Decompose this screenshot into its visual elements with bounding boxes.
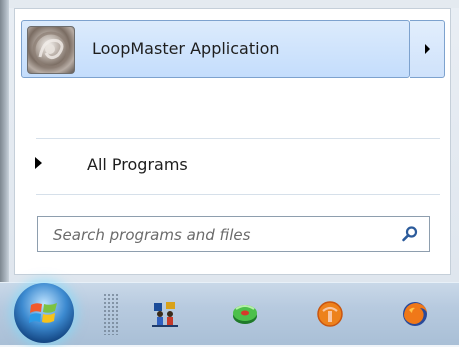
search-divider [36,194,440,195]
pinned-program-submenu-button[interactable] [410,20,445,78]
orange-app-icon[interactable] [315,299,345,329]
firefox-icon[interactable] [400,299,430,329]
start-menu-top-strip [9,0,459,8]
green-disc-icon[interactable] [230,299,260,329]
pinned-program-label: LoopMaster Application [92,39,280,58]
taskbar [0,282,459,345]
start-menu: LoopMaster Application All Programs Sear… [0,0,459,282]
loopmaster-app-icon [27,26,75,74]
start-menu-left-edge [0,0,9,282]
network-people-icon[interactable] [150,299,180,329]
all-programs-button[interactable]: All Programs [21,147,441,187]
pinned-program-loopmaster[interactable]: LoopMaster Application [21,20,410,78]
menu-divider [36,138,440,139]
windows-start-orb[interactable] [14,283,74,343]
search-input[interactable]: Search programs and files [37,216,430,252]
search-placeholder: Search programs and files [53,226,251,244]
windows-logo-icon [29,303,57,323]
magnifier-icon[interactable] [401,225,419,243]
chevron-right-icon [425,44,430,54]
triangle-right-icon [35,157,42,169]
all-programs-label: All Programs [87,155,188,174]
quick-launch-gripper[interactable] [103,293,119,335]
